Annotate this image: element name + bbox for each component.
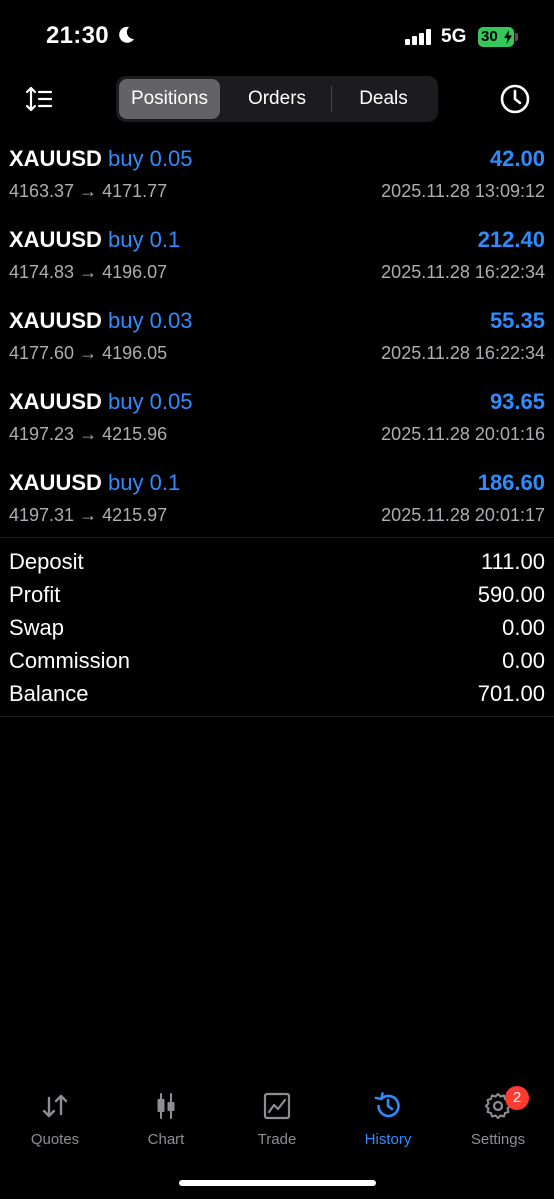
tab-trade[interactable]: Trade xyxy=(222,1085,332,1165)
quotes-arrows-icon xyxy=(42,1094,68,1118)
deal-symbol: XAUUSD xyxy=(9,146,102,171)
summary-swap: Swap 0.00 xyxy=(0,611,554,644)
deal-direction: buy xyxy=(108,227,144,252)
deal-row[interactable]: XAUUSD buy 0.05 42.00 4163.37 → 4171.77 … xyxy=(0,138,554,219)
deal-profit: 42.00 xyxy=(489,146,545,171)
settings-notification-badge: 2 xyxy=(505,1086,529,1110)
tab-label: Trade xyxy=(257,1131,297,1148)
summary-value: 0.00 xyxy=(502,648,545,673)
deal-row[interactable]: XAUUSD buy 0.05 93.65 4197.23 → 4215.96 … xyxy=(0,381,554,462)
battery-tip xyxy=(515,33,518,41)
deal-direction: buy xyxy=(108,470,144,495)
deal-time: 2025.11.28 13:09:12 xyxy=(381,181,545,201)
deal-symbol: XAUUSD xyxy=(9,227,102,252)
deal-time: 2025.11.28 20:01:16 xyxy=(381,424,545,444)
deal-symbol: XAUUSD xyxy=(9,389,102,414)
deal-symbol: XAUUSD xyxy=(9,308,102,333)
summary-value: 0.00 xyxy=(502,615,545,640)
deal-row[interactable]: XAUUSD buy 0.1 186.60 4197.31 → 4215.97 … xyxy=(0,462,554,543)
deal-time: 2025.11.28 20:01:17 xyxy=(381,505,545,525)
summary-label: Balance xyxy=(9,681,89,706)
tab-settings[interactable]: 2 Settings xyxy=(443,1085,553,1165)
deal-symbol-line: XAUUSD buy 0.1 xyxy=(9,470,180,496)
segment-deals[interactable]: Deals xyxy=(332,79,435,119)
clock-icon[interactable] xyxy=(498,82,532,116)
summary-value: 111.00 xyxy=(480,549,545,574)
deal-prices: 4174.83 → 4196.07 xyxy=(9,262,168,282)
deal-volume: 0.05 xyxy=(149,389,193,414)
charging-bolt-icon xyxy=(504,30,512,44)
deal-symbol: XAUUSD xyxy=(9,470,102,495)
bottom-tab-bar: Quotes Chart Trade History 2 Settings xyxy=(0,1085,554,1165)
summary-value: 590.00 xyxy=(477,582,545,607)
tab-label: Settings xyxy=(470,1131,526,1148)
deal-profit: 93.65 xyxy=(489,389,545,414)
network-type: 5G xyxy=(441,26,467,47)
deal-symbol-line: XAUUSD buy 0.03 xyxy=(9,308,192,334)
summary-value: 701.00 xyxy=(477,681,545,706)
deal-prices: 4177.60 → 4196.05 xyxy=(9,343,168,363)
summary-label: Commission xyxy=(9,648,131,673)
summary-label: Swap xyxy=(9,615,65,640)
summary-label: Profit xyxy=(9,582,61,607)
candlestick-icon xyxy=(157,1093,175,1119)
deal-time: 2025.11.28 16:22:34 xyxy=(381,262,545,282)
history-toolbar: Positions Orders Deals xyxy=(0,76,554,122)
battery-icon: 30 xyxy=(478,27,514,47)
tab-label: History xyxy=(364,1131,412,1148)
deal-prices: 4197.23 → 4215.96 xyxy=(9,424,168,444)
deal-row[interactable]: XAUUSD buy 0.03 55.35 4177.60 → 4196.05 … xyxy=(0,300,554,381)
deal-prices: 4197.31 → 4215.97 xyxy=(9,505,168,525)
trade-chart-icon xyxy=(263,1092,291,1120)
history-segmented-control: Positions Orders Deals xyxy=(116,76,438,122)
moon-icon xyxy=(119,26,134,43)
tab-label: Chart xyxy=(147,1131,185,1148)
deal-direction: buy xyxy=(108,308,144,333)
deal-symbol-line: XAUUSD buy 0.05 xyxy=(9,146,192,172)
home-indicator[interactable] xyxy=(179,1180,376,1186)
history-icon xyxy=(374,1092,400,1118)
deal-symbol-line: XAUUSD buy 0.05 xyxy=(9,389,192,415)
cellular-signal-icon xyxy=(405,29,432,45)
summary-commission: Commission 0.00 xyxy=(0,644,554,677)
status-time: 21:30 xyxy=(46,22,109,49)
deal-prices: 4163.37 → 4171.77 xyxy=(9,181,168,201)
deal-row[interactable]: XAUUSD buy 0.1 212.40 4174.83 → 4196.07 … xyxy=(0,219,554,300)
summary-divider xyxy=(0,716,554,717)
deal-volume: 0.03 xyxy=(149,308,193,333)
segment-positions[interactable]: Positions xyxy=(119,79,220,119)
deal-time: 2025.11.28 16:22:34 xyxy=(381,343,545,363)
deal-profit: 55.35 xyxy=(489,308,545,333)
summary-label: Deposit xyxy=(9,549,84,574)
deal-profit: 212.40 xyxy=(477,227,545,252)
segment-orders[interactable]: Orders xyxy=(223,79,331,119)
summary-deposit: Deposit 111.00 xyxy=(0,545,554,578)
summary-balance: Balance 701.00 xyxy=(0,677,554,710)
summary-profit: Profit 590.00 xyxy=(0,578,554,611)
sort-icon[interactable] xyxy=(24,84,54,114)
deal-direction: buy xyxy=(108,146,144,171)
deal-volume: 0.1 xyxy=(149,470,181,495)
deal-direction: buy xyxy=(108,389,144,414)
deal-profit: 186.60 xyxy=(477,470,545,495)
deal-volume: 0.1 xyxy=(149,227,181,252)
status-bar: 21:30 5G 30 xyxy=(0,0,554,75)
deal-volume: 0.05 xyxy=(149,146,193,171)
tab-label: Quotes xyxy=(30,1131,80,1148)
tab-history[interactable]: History xyxy=(333,1085,443,1165)
tab-chart[interactable]: Chart xyxy=(111,1085,221,1165)
list-divider xyxy=(0,537,554,538)
tab-quotes[interactable]: Quotes xyxy=(0,1085,110,1165)
battery-level: 30 xyxy=(481,28,498,45)
deal-symbol-line: XAUUSD buy 0.1 xyxy=(9,227,180,253)
